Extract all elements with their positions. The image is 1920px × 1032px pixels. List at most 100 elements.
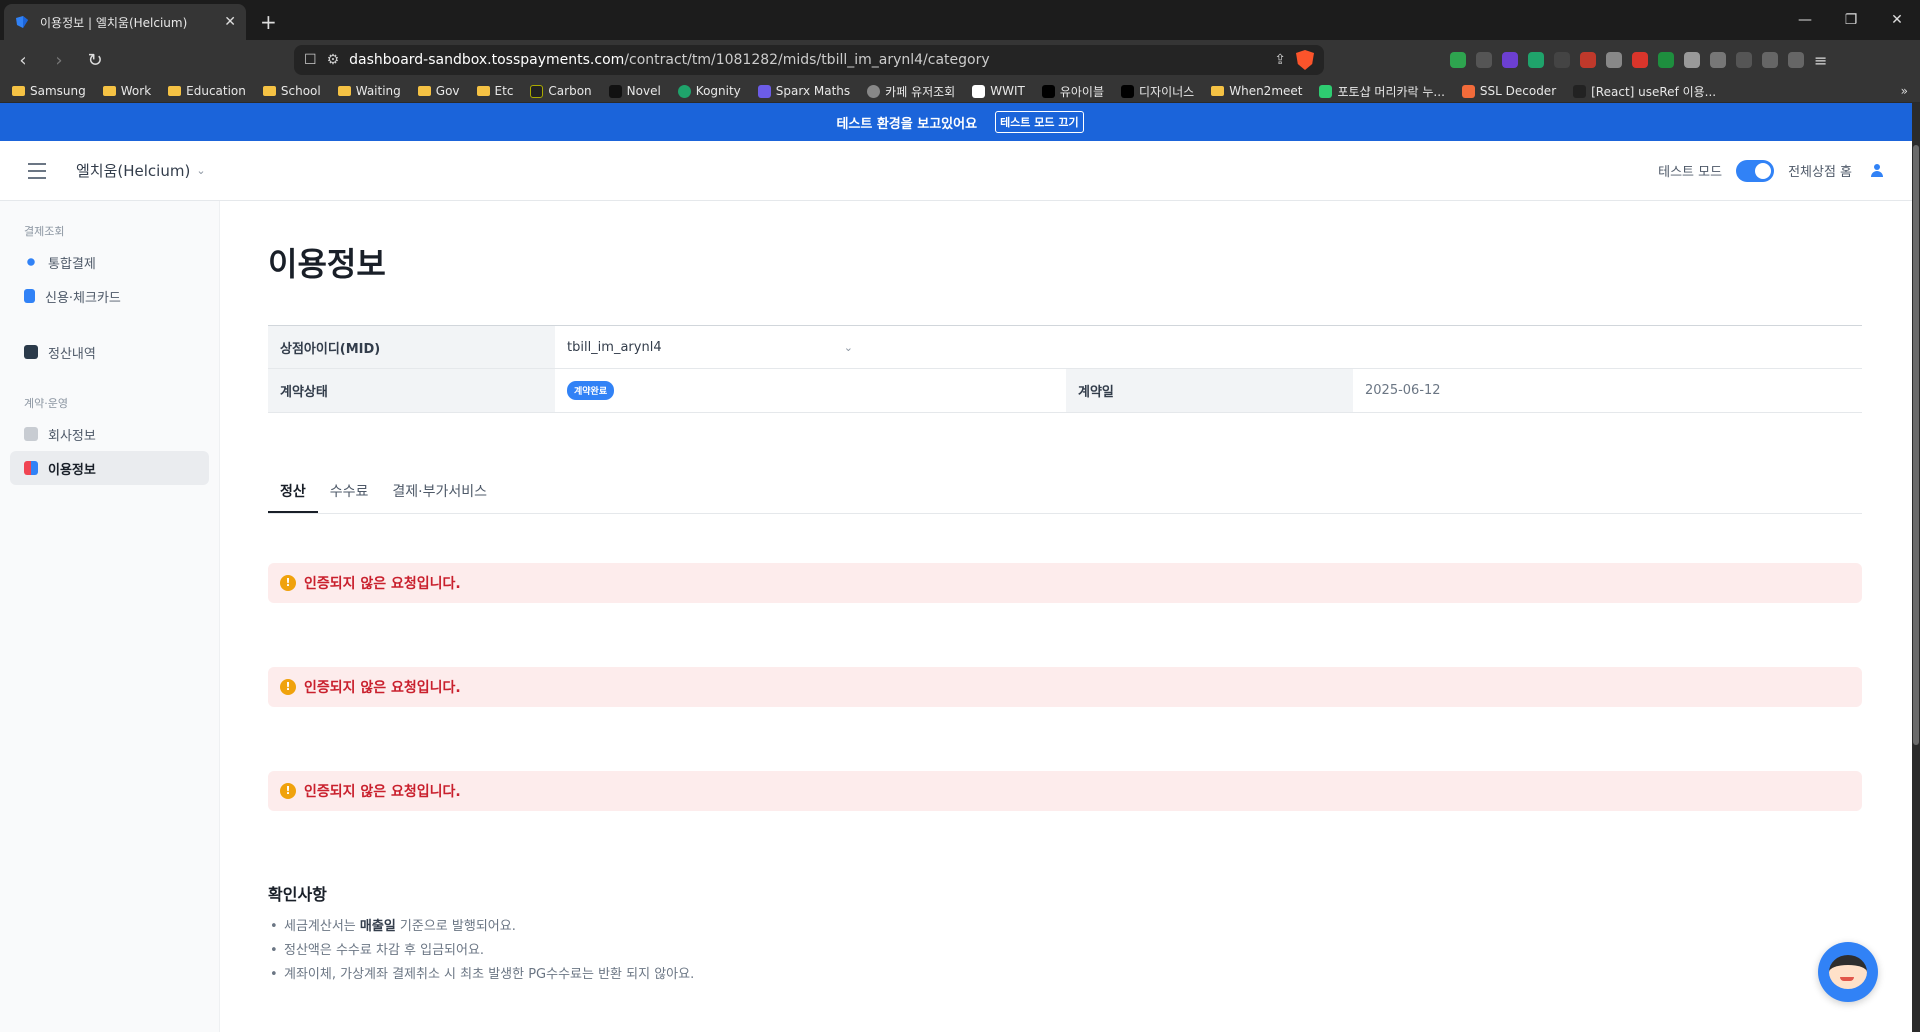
extension-icon[interactable] xyxy=(1580,52,1596,68)
sidebar-item-usage[interactable]: 이용정보 xyxy=(10,451,209,485)
notice-item: 계좌이체, 가상계좌 결제취소 시 최초 발생한 PG수수료는 반환 되지 않아… xyxy=(268,963,1862,987)
bookmarks-more-icon[interactable]: » xyxy=(1901,84,1908,98)
hamburger-menu-icon[interactable] xyxy=(28,162,46,179)
bookmark-item[interactable]: 디자이너스 xyxy=(1121,83,1194,100)
tab-fees[interactable]: 수수료 xyxy=(318,481,381,513)
address-bar[interactable]: ☐ ⚙ dashboard-sandbox.tosspayments.com/c… xyxy=(294,45,1324,75)
test-mode-label: 테스트 모드 xyxy=(1658,165,1723,180)
bookmark-item[interactable]: 포토샵 머리카락 누... xyxy=(1319,83,1445,100)
folder-icon xyxy=(262,86,276,96)
bookmark-item[interactable]: Etc xyxy=(476,84,513,98)
bookmark-item[interactable]: When2meet xyxy=(1211,84,1302,98)
shop-selector[interactable]: 엘치움(Helcium) ⌄ xyxy=(76,160,206,181)
extension-icon[interactable] xyxy=(1632,52,1648,68)
sidebar: 결제조회 통합결제 신용·체크카드 정산내역 계약·운영 회사정보 이용정보 xyxy=(0,201,220,1032)
folder-icon xyxy=(337,86,351,96)
d-icon xyxy=(1573,84,1587,98)
carbon-icon xyxy=(530,84,544,98)
disable-test-mode-button[interactable]: 테스트 모드 끄기 xyxy=(995,111,1084,133)
contract-info-table: 상점아이디(MID) tbill_im_arynl4 ⌄ 계약상태 계약완료 계… xyxy=(268,325,1862,413)
extension-icon[interactable] xyxy=(1684,52,1700,68)
url-text: dashboard-sandbox.tosspayments.com/contr… xyxy=(349,52,990,68)
folder-icon xyxy=(417,86,431,96)
mid-select[interactable]: tbill_im_arynl4 ⌄ xyxy=(555,326,865,368)
brave-shields-icon[interactable] xyxy=(1296,50,1314,70)
bookmark-item[interactable]: Novel xyxy=(608,84,661,98)
extension-icon[interactable] xyxy=(1502,52,1518,68)
notice-item: 정산액은 수수료 차감 후 입금되어요. xyxy=(268,939,1862,963)
sidebar-item-card[interactable]: 신용·체크카드 xyxy=(10,279,209,313)
bookmark-item[interactable]: Kognity xyxy=(677,84,741,98)
test-mode-banner: 테스트 환경을 보고있어요 테스트 모드 끄기 xyxy=(0,103,1920,141)
card-icon xyxy=(24,289,35,303)
bookmark-item[interactable]: Gov xyxy=(417,84,460,98)
notice-item: 세금계산서는 매출일 기준으로 발행되어요. xyxy=(268,915,1862,939)
bookmark-item[interactable]: 유아이블 xyxy=(1041,83,1104,100)
minimize-icon[interactable]: — xyxy=(1782,0,1828,40)
puzzle-icon[interactable] xyxy=(1762,52,1778,68)
reload-icon[interactable]: ↻ xyxy=(80,50,110,71)
bookmark-item[interactable]: Carbon xyxy=(530,84,592,98)
site-info-icon[interactable]: ⚙ xyxy=(327,52,340,68)
browser-tab[interactable]: 이용정보 | 엘치움(Helcium) ✕ xyxy=(4,4,246,40)
chat-support-button[interactable] xyxy=(1818,942,1878,1002)
extension-icon[interactable] xyxy=(1450,52,1466,68)
tab-list: 정산 수수료 결제·부가서비스 xyxy=(268,481,1862,514)
back-icon[interactable]: ‹ xyxy=(8,50,38,71)
integrated-payment-icon xyxy=(24,255,38,269)
forward-icon[interactable]: › xyxy=(44,50,74,71)
tab-payment-services[interactable]: 결제·부가서비스 xyxy=(380,481,499,513)
sidebar-item-settlement[interactable]: 정산내역 xyxy=(10,335,209,369)
close-tab-icon[interactable]: ✕ xyxy=(224,14,236,30)
extension-icon[interactable] xyxy=(1710,52,1726,68)
contract-date-value: 2025-06-12 xyxy=(1365,383,1441,398)
store-home-link[interactable]: 전체상점 홈 xyxy=(1788,161,1852,180)
bookmark-item[interactable]: Work xyxy=(102,84,151,98)
extension-icon[interactable] xyxy=(1528,52,1544,68)
user-icon[interactable] xyxy=(1870,163,1884,178)
error-alert: ! 인증되지 않은 요청입니다. xyxy=(268,667,1862,707)
shop-name: 엘치움(Helcium) xyxy=(76,162,191,180)
sidebar-item-company[interactable]: 회사정보 xyxy=(10,417,209,451)
error-alert: ! 인증되지 않은 요청입니다. xyxy=(268,771,1862,811)
company-icon xyxy=(24,427,38,441)
sidebar-item-integrated-payment[interactable]: 통합결제 xyxy=(10,245,209,279)
bookmark-item[interactable]: WWIT xyxy=(972,84,1025,98)
sidebar-icon[interactable] xyxy=(1788,52,1804,68)
page-scrollbar[interactable] xyxy=(1912,103,1920,1032)
close-window-icon[interactable]: ✕ xyxy=(1874,0,1920,40)
extension-icon[interactable] xyxy=(1606,52,1622,68)
bookmark-item[interactable]: 카페 유저조회 xyxy=(867,83,955,100)
bookmark-item[interactable]: Samsung xyxy=(12,84,86,98)
new-tab-button[interactable]: + xyxy=(260,10,277,34)
main-content: 이용정보 상점아이디(MID) tbill_im_arynl4 ⌄ 계약상태 계… xyxy=(268,201,1862,1032)
folder-icon xyxy=(102,86,116,96)
warning-icon: ! xyxy=(280,783,296,799)
test-mode-toggle[interactable] xyxy=(1736,159,1775,182)
bookmark-item[interactable]: Education xyxy=(168,84,246,98)
extension-icon[interactable] xyxy=(1658,52,1674,68)
header-right: 테스트 모드 전체상점 홈 xyxy=(1658,159,1884,182)
restore-icon[interactable]: ❐ xyxy=(1828,0,1874,40)
bookmark-item[interactable]: School xyxy=(262,84,321,98)
bookmark-item[interactable]: [React] useRef 이용... xyxy=(1573,83,1716,100)
share-icon[interactable]: ⇪ xyxy=(1274,52,1286,68)
extensions: ≡ xyxy=(1450,51,1827,70)
bookmark-icon[interactable]: ☐ xyxy=(304,52,317,68)
tab-settlement[interactable]: 정산 xyxy=(268,481,318,513)
bookmark-item[interactable]: Waiting xyxy=(337,84,401,98)
notice-title: 확인사항 xyxy=(268,885,327,904)
folder-icon xyxy=(12,86,25,96)
menu-icon[interactable]: ≡ xyxy=(1814,51,1827,70)
window-controls: — ❐ ✕ xyxy=(1782,0,1920,40)
warning-icon: ! xyxy=(280,575,296,591)
bookmark-item[interactable]: Sparx Maths xyxy=(757,84,850,98)
extension-icon[interactable] xyxy=(1476,52,1492,68)
extension-icon[interactable] xyxy=(1554,52,1570,68)
chatbot-avatar-icon xyxy=(1829,955,1867,989)
chevron-down-icon: ⌄ xyxy=(196,164,206,177)
extension-icon[interactable] xyxy=(1736,52,1752,68)
error-alert: ! 인증되지 않은 요청입니다. xyxy=(268,563,1862,603)
uiable-icon xyxy=(1041,84,1055,98)
bookmark-item[interactable]: SSL Decoder xyxy=(1461,84,1556,98)
